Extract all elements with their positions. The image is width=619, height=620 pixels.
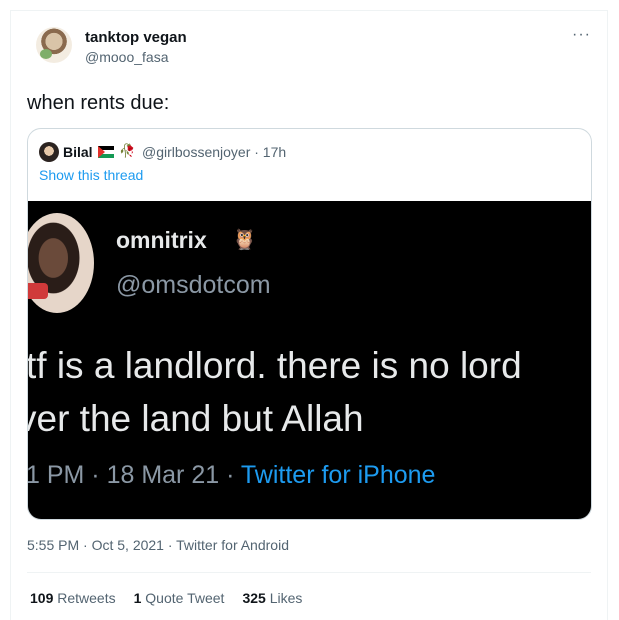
more-options-icon[interactable]: ··· (572, 26, 591, 44)
quoted-media-image[interactable]: omnitrix 🦉 @omsdotcom tf is a landlord. … (27, 201, 591, 519)
owl-emoji-icon: 🦉 (232, 229, 257, 251)
author-display-name[interactable]: tanktop vegan (85, 29, 187, 46)
quoted-tweet[interactable]: Bilal 🥀 @girlbossenjoyer · 17h Show this… (27, 128, 592, 520)
show-thread-link[interactable]: Show this thread (39, 167, 143, 183)
media-meta-time: 1 PM · 18 Mar 21 · (27, 461, 241, 489)
author-handle[interactable]: @mooo_fasa (85, 49, 168, 65)
retweets-count: 109 (30, 590, 54, 606)
media-text-line-2: ver the land but Allah (27, 398, 364, 439)
tweet-timestamp[interactable]: 5:55 PM · Oct 5, 2021 · Twitter for Andr… (27, 537, 289, 553)
quotes-count: 1 (133, 590, 142, 606)
media-meta-source: Twitter for iPhone (240, 461, 436, 489)
divider (27, 572, 591, 573)
palestine-flag-icon (98, 146, 114, 158)
tweet-text: when rents due: (27, 92, 170, 114)
likes-count: 325 (242, 590, 266, 606)
avatar[interactable] (36, 27, 72, 63)
rose-icon: 🥀 (119, 143, 136, 158)
quoted-avatar (39, 142, 59, 162)
media-meta: 1 PM · 18 Mar 21 · Twitter for iPhone (27, 461, 436, 490)
retweets-stat[interactable]: 109 Retweets (30, 590, 116, 606)
tweet-stats: 109 Retweets 1 Quote Tweet 325 Likes (30, 590, 302, 606)
quoted-author-name: Bilal (63, 144, 93, 160)
quotes-label: Quote Tweet (145, 590, 225, 606)
media-author-name: omnitrix (116, 227, 207, 253)
quote-tweets-stat[interactable]: 1 Quote Tweet (134, 590, 225, 606)
retweets-label: Retweets (57, 590, 116, 606)
quoted-handle-time: @girlbossenjoyer · 17h (142, 144, 287, 160)
likes-stat[interactable]: 325 Likes (242, 590, 302, 606)
likes-label: Likes (269, 590, 303, 606)
media-avatar (28, 213, 94, 313)
media-author-handle: @omsdotcom (116, 271, 271, 299)
media-text-line-1: tf is a landlord. there is no lord (27, 345, 522, 386)
